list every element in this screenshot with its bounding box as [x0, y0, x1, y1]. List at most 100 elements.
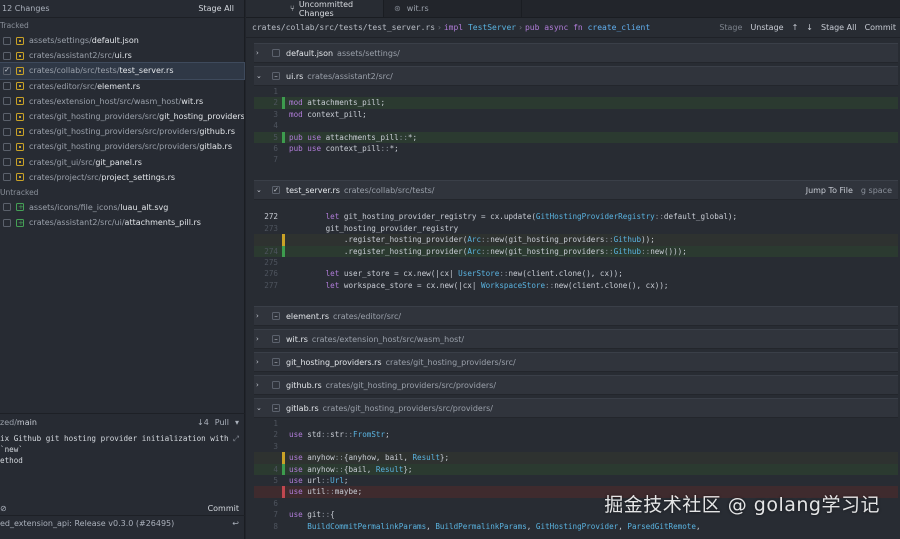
file-list-item[interactable]: crates/assistant2/src/ui.rs [0, 48, 244, 63]
jump-to-file-button[interactable]: Jump To File [806, 186, 853, 195]
next-hunk-button[interactable]: ↓ [806, 23, 813, 32]
file-checkbox[interactable] [272, 381, 280, 389]
previous-hunk-button[interactable]: ↑ [792, 23, 799, 32]
file-checkbox[interactable] [3, 51, 11, 60]
file-list-item[interactable]: crates/git_ui/src/git_panel.rs [0, 155, 244, 170]
file-checkbox[interactable]: ✓ [3, 66, 11, 75]
unstage-button[interactable]: Unstage [750, 23, 783, 32]
file-list-item[interactable]: assets/settings/default.json [0, 33, 244, 48]
code-text: let git_hosting_provider_registry = cx.u… [325, 212, 738, 222]
file-header-name: git_hosting_providers.rs [286, 357, 382, 367]
diff-line[interactable]: 1 [254, 418, 898, 429]
file-list-item[interactable]: crates/editor/src/element.rs [0, 79, 244, 94]
file-checkbox[interactable]: ✓ [272, 186, 280, 194]
file-list-item[interactable]: crates/git_hosting_providers/src/git_hos… [0, 109, 244, 124]
file-checkbox[interactable] [3, 36, 11, 45]
file-header-element-rs[interactable]: › – element.rs crates/editor/src/ [254, 306, 898, 326]
file-checkbox[interactable]: – [272, 335, 280, 343]
chevron-right-icon[interactable]: › [256, 381, 266, 389]
file-header-git-hosting-providers-rs[interactable]: › – git_hosting_providers.rs crates/git_… [254, 352, 898, 372]
diff-line[interactable]: 4 use anyhow::{bail, Result}; [254, 463, 898, 475]
chevron-right-icon[interactable]: › [256, 335, 266, 343]
file-list-item[interactable]: assets/icons/file_icons/luau_alt.svg [0, 200, 244, 215]
diff-line[interactable] [254, 200, 898, 211]
diff-line[interactable]: 276 let user_store = cx.new(|cx| UserSto… [254, 268, 898, 279]
branch-row: zed/main ↓4 Pull ▾ [0, 414, 245, 431]
stage-button[interactable]: Stage [719, 23, 742, 32]
file-list-item[interactable]: crates/extension_host/src/wasm_host/wit.… [0, 94, 244, 109]
file-list-item[interactable]: crates/assistant2/src/ui/attachments_pil… [0, 215, 244, 230]
diff-line[interactable]: 4 [254, 120, 898, 131]
file-checkbox[interactable]: – [272, 72, 280, 80]
file-header-wit-rs[interactable]: › – wit.rs crates/extension_host/src/was… [254, 329, 898, 349]
chevron-down-icon[interactable]: ▾ [235, 418, 239, 427]
diff-line[interactable]: use anyhow::{anyhow, bail, Result}; [254, 452, 898, 464]
file-checkbox[interactable]: – [272, 404, 280, 412]
file-checkbox[interactable] [3, 218, 11, 227]
diff-line[interactable]: 3 mod context_pill; [254, 109, 898, 120]
file-header-github-rs[interactable]: › github.rs crates/git_hosting_providers… [254, 375, 898, 395]
last-commit-row[interactable]: ed_extension_api: Release v0.3.0 (#26495… [0, 515, 245, 531]
diff-line[interactable]: 275 [254, 257, 898, 268]
diff-line[interactable]: 8 BuildCommitPermalinkParams, BuildPerma… [254, 521, 898, 532]
diff-line[interactable]: 6 pub use context_pill::*; [254, 143, 898, 154]
breadcrumb[interactable]: crates/collab/src/tests/test_server.rs › i… [252, 23, 650, 32]
chevron-down-icon[interactable]: ⌄ [256, 404, 266, 412]
keybinding-hint: g space [860, 185, 892, 195]
file-checkbox[interactable]: – [272, 358, 280, 366]
file-header-ui-rs[interactable]: ⌄ – ui.rs crates/assistant2/src/ [254, 66, 898, 86]
file-header-default-json[interactable]: › default.json assets/settings/ [254, 43, 898, 63]
file-list-item[interactable]: crates/project/src/project_settings.rs [0, 170, 244, 185]
file-checkbox[interactable] [3, 158, 11, 167]
diff-line[interactable]: 277 let workspace_store = cx.new(|cx| Wo… [254, 280, 898, 291]
co-author-icon[interactable]: ⊘ [0, 504, 7, 513]
file-checkbox[interactable]: – [272, 312, 280, 320]
breadcrumb-fn-keyword: pub async fn [524, 23, 583, 32]
chevron-right-icon[interactable]: › [256, 49, 266, 57]
branch-selector[interactable]: zed/main [0, 418, 37, 427]
diff-line[interactable]: 5 use url::Url; [254, 475, 898, 486]
commit-button[interactable]: Commit [208, 504, 239, 513]
chevron-right-icon[interactable]: › [256, 358, 266, 366]
file-header-test-server-rs[interactable]: ⌄ ✓ test_server.rs crates/collab/src/tes… [254, 180, 898, 200]
undo-icon[interactable]: ↩ [232, 519, 239, 528]
chevron-right-icon[interactable]: › [256, 312, 266, 320]
diff-line[interactable]: 7 [254, 154, 898, 165]
diff-line[interactable]: 5 pub use attachments_pill::*; [254, 131, 898, 143]
file-list-item[interactable]: crates/git_hosting_providers/src/provide… [0, 139, 244, 154]
file-checkbox[interactable] [3, 173, 11, 182]
file-added-icon [16, 203, 24, 212]
diff-line[interactable]: 1 [254, 86, 898, 97]
file-header-gitlab-rs[interactable]: ⌄ – gitlab.rs crates/git_hosting_provide… [254, 398, 898, 418]
file-checkbox[interactable] [272, 49, 280, 57]
diff-line[interactable]: 272 let git_hosting_provider_registry = … [254, 211, 898, 222]
file-checkbox[interactable] [3, 82, 11, 91]
diff-line[interactable]: 3 [254, 441, 898, 452]
pull-button[interactable]: ↓4 Pull ▾ [197, 418, 239, 427]
stage-all-button[interactable]: Stage All [194, 3, 238, 14]
commit-message-input[interactable]: ix Github git hosting provider initializ… [0, 431, 245, 501]
expand-icon[interactable]: ⤢ [233, 433, 239, 444]
stage-all-button[interactable]: Stage All [821, 23, 857, 32]
file-checkbox[interactable] [3, 97, 11, 106]
tab-wit-rs[interactable]: ⊛ wit.rs [384, 0, 522, 17]
file-dir: crates/git_hosting_providers/src/provide… [29, 142, 200, 152]
commit-button[interactable]: Commit [865, 23, 896, 32]
tab-uncommitted-changes[interactable]: ⑂ Uncommitted Changes [246, 0, 384, 18]
file-checkbox[interactable] [3, 112, 11, 121]
file-list-item[interactable]: ✓ crates/collab/src/tests/test_server.rs [0, 62, 245, 80]
file-checkbox[interactable] [3, 127, 11, 136]
diff-line[interactable]: .register_hosting_provider(Arc::new(git_… [254, 234, 898, 246]
chevron-down-icon[interactable]: ⌄ [256, 186, 266, 194]
diff-line[interactable]: 274 .register_hosting_provider(Arc::new(… [254, 245, 898, 257]
file-list-item[interactable]: crates/git_hosting_providers/src/provide… [0, 124, 244, 139]
diff-line[interactable]: 2 use std::str::FromStr; [254, 429, 898, 440]
chevron-down-icon[interactable]: ⌄ [256, 72, 266, 80]
file-name: git_panel.rs [95, 157, 142, 167]
diff-line[interactable]: 2 mod attachments_pill; [254, 97, 898, 109]
diff-line[interactable]: 273 git_hosting_provider_registry [254, 223, 898, 234]
file-checkbox[interactable] [3, 142, 11, 151]
file-checkbox[interactable] [3, 203, 11, 212]
